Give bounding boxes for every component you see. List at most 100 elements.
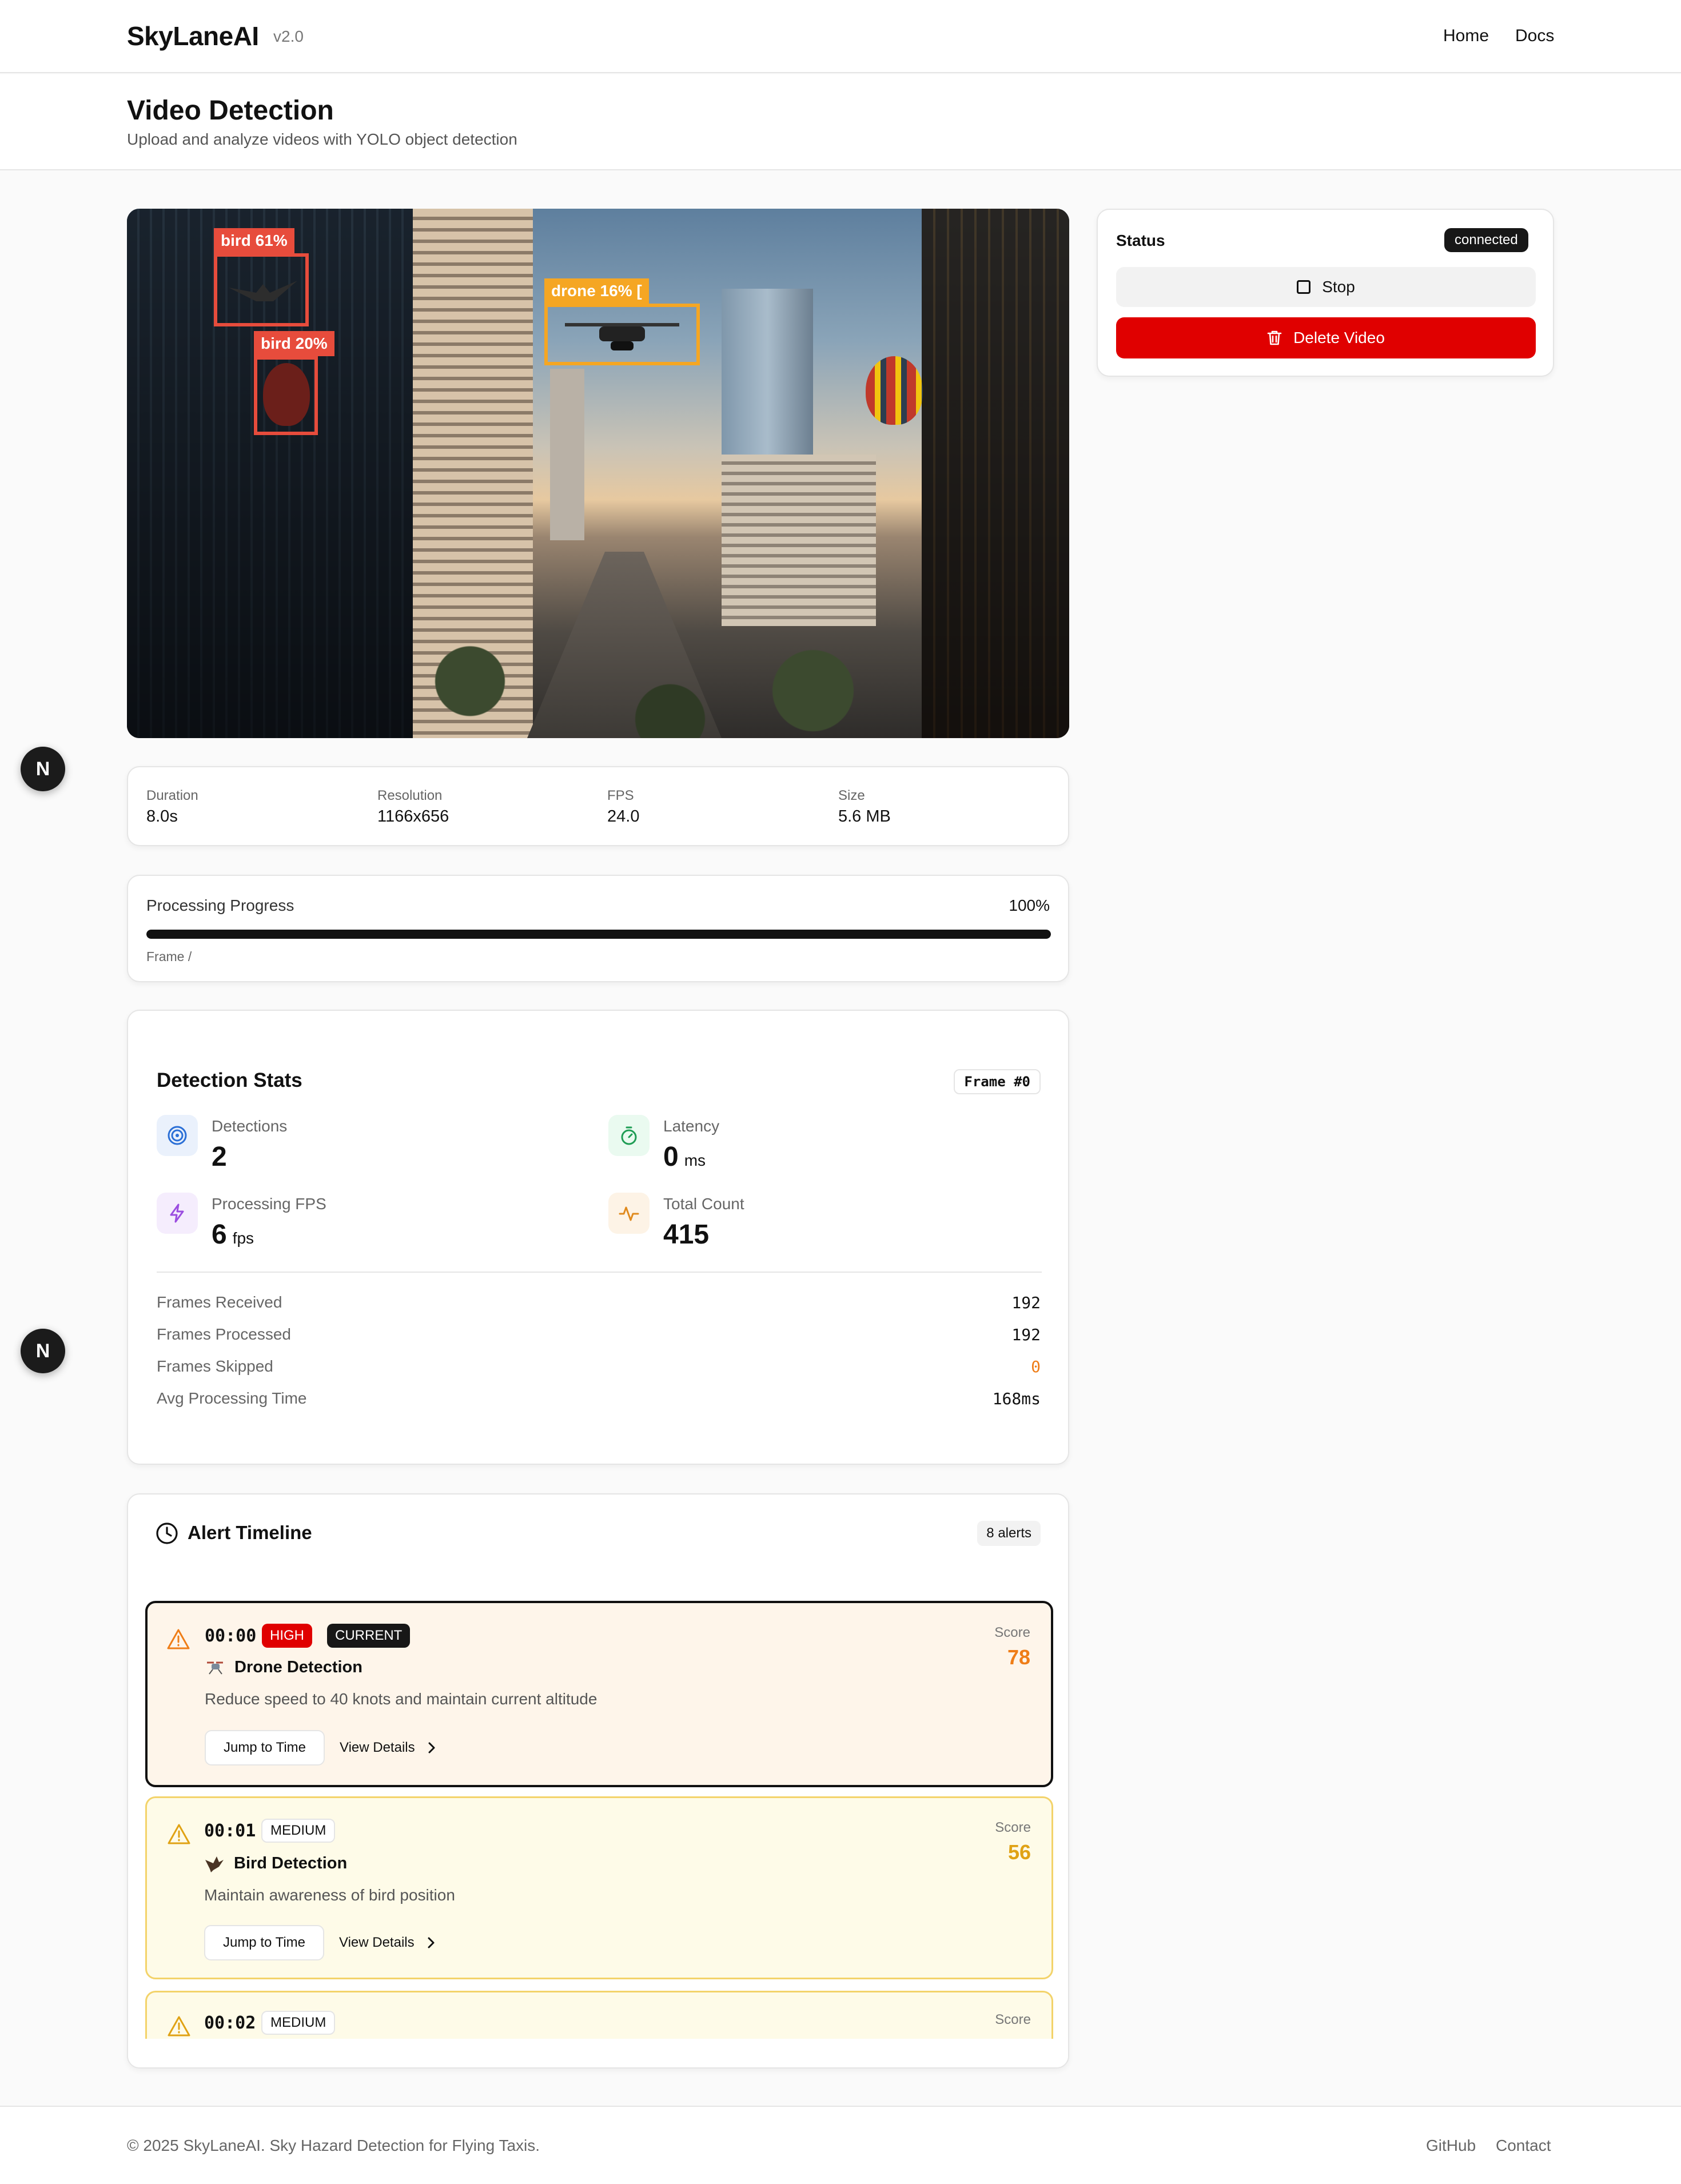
version-label: v2.0 xyxy=(273,27,304,45)
building-center-low xyxy=(722,455,876,626)
avg-processing-time-value: 168ms xyxy=(992,1389,1041,1408)
score-value: 78 xyxy=(1007,1645,1030,1669)
lightning-icon xyxy=(157,1193,198,1234)
fps-label: FPS xyxy=(607,788,634,803)
frames-received-label: Frames Received xyxy=(157,1293,282,1311)
footer-contact-link[interactable]: Contact xyxy=(1496,2137,1551,2155)
trash-icon xyxy=(1267,330,1282,345)
delete-video-button[interactable]: Delete Video xyxy=(1116,317,1536,358)
footer-copyright: © 2025 SkyLaneAI. Sky Hazard Detection f… xyxy=(127,2137,540,2154)
eagle-icon xyxy=(205,1856,224,1872)
trees xyxy=(356,643,927,738)
delete-label: Delete Video xyxy=(1293,329,1385,346)
progress-fill xyxy=(146,930,1051,939)
connection-badge: connected xyxy=(1444,228,1528,252)
latency-value: 0 ms xyxy=(663,1142,706,1172)
fps-value: 24.0 xyxy=(607,807,640,826)
detections-value: 2 xyxy=(212,1142,227,1172)
resolution-label: Resolution xyxy=(377,788,443,803)
clock-icon xyxy=(156,1523,178,1544)
detection-stats-card: Detection Stats Frame #0 Detections 2 La… xyxy=(127,1010,1069,1465)
resolution-value: 1166x656 xyxy=(377,807,449,826)
brand-logo[interactable]: SkyLaneAI xyxy=(127,21,259,51)
frames-skipped-value: 0 xyxy=(1031,1357,1041,1376)
alert-time: 00:00 xyxy=(205,1626,257,1646)
frames-skipped-label: Frames Skipped xyxy=(157,1357,273,1375)
view-details-button[interactable]: View Details xyxy=(339,1925,435,1960)
progress-label: Processing Progress xyxy=(146,896,294,914)
frames-processed-value: 192 xyxy=(1011,1325,1041,1344)
current-badge: CURRENT xyxy=(327,1624,411,1648)
detection-box-bird-2: bird 20% xyxy=(254,331,334,435)
detection-label: drone 16% [ xyxy=(544,278,649,304)
building-center-left xyxy=(550,369,584,540)
size-label: Size xyxy=(838,788,865,803)
next-dev-button[interactable]: N xyxy=(21,1329,65,1373)
timeline-fade xyxy=(128,2039,1068,2067)
nav-docs-link[interactable]: Docs xyxy=(1515,26,1554,46)
target-icon xyxy=(157,1115,198,1156)
latency-label: Latency xyxy=(663,1117,720,1135)
alert-description: Reduce speed to 40 knots and maintain cu… xyxy=(205,1690,597,1708)
jump-to-time-button[interactable]: Jump to Time xyxy=(204,1925,324,1960)
progress-percent: 100% xyxy=(1009,896,1050,914)
hot-air-balloon xyxy=(866,356,923,425)
alert-title: Drone Detection xyxy=(234,1658,363,1676)
progress-bar xyxy=(146,930,1051,939)
stats-divider xyxy=(157,1272,1042,1273)
severity-badge: HIGH xyxy=(262,1624,312,1648)
timeline-title: Alert Timeline xyxy=(188,1522,312,1543)
status-card: Status connected Stop Delete Video xyxy=(1097,209,1554,377)
stop-button[interactable]: Stop xyxy=(1116,267,1536,307)
processing-progress-card: Processing Progress 100% Frame / xyxy=(127,875,1069,982)
duration-value: 8.0s xyxy=(146,807,178,826)
duration-label: Duration xyxy=(146,788,198,803)
warning-icon xyxy=(168,2016,190,2036)
timer-icon xyxy=(608,1115,650,1156)
processing-fps-label: Processing FPS xyxy=(212,1195,326,1213)
footer-github-link[interactable]: GitHub xyxy=(1426,2137,1476,2155)
stats-title: Detection Stats xyxy=(157,1069,302,1091)
balloon-silhouette xyxy=(263,363,310,426)
warning-icon xyxy=(167,1629,190,1649)
score-label: Score xyxy=(995,2012,1031,2027)
page-header: Video Detection Upload and analyze video… xyxy=(0,74,1681,170)
total-count-value: 415 xyxy=(663,1219,710,1250)
activity-icon xyxy=(608,1193,650,1234)
next-dev-button[interactable]: N xyxy=(21,747,65,791)
view-details-button[interactable]: View Details xyxy=(340,1730,436,1765)
building-right xyxy=(922,209,1069,738)
frames-received-value: 192 xyxy=(1011,1293,1041,1312)
detection-label: bird 20% xyxy=(254,331,334,356)
score-label: Score xyxy=(995,1820,1031,1835)
frames-processed-label: Frames Processed xyxy=(157,1325,291,1343)
chevron-right-icon xyxy=(428,1742,435,1753)
stop-icon xyxy=(1297,280,1311,294)
processing-fps-value: 6 fps xyxy=(212,1219,254,1250)
avg-processing-time-label: Avg Processing Time xyxy=(157,1389,307,1407)
total-count-label: Total Count xyxy=(663,1195,744,1213)
drone-icon xyxy=(207,1661,223,1675)
top-navbar: SkyLaneAI v2.0 Home Docs xyxy=(0,0,1681,73)
detection-label: bird 61% xyxy=(214,228,294,253)
status-title: Status xyxy=(1116,232,1165,249)
page-subtitle: Upload and analyze videos with YOLO obje… xyxy=(127,130,517,148)
video-player[interactable]: bird 61% bird 20% drone 16% [ xyxy=(127,209,1069,738)
footer: © 2025 SkyLaneAI. Sky Hazard Detection f… xyxy=(0,2106,1681,2184)
frame-counter: Frame / xyxy=(146,949,192,964)
alerts-count-badge: 8 alerts xyxy=(977,1521,1041,1546)
page-title: Video Detection xyxy=(127,95,334,126)
chevron-right-icon xyxy=(428,1937,435,1948)
warning-icon xyxy=(168,1824,190,1844)
alert-item[interactable]: 00:01 MEDIUM Bird Detection Maintain awa… xyxy=(145,1796,1053,1979)
drone-silhouette xyxy=(565,320,679,352)
score-value: 56 xyxy=(1007,1840,1031,1864)
video-meta-card: Duration 8.0s Resolution 1166x656 FPS 24… xyxy=(127,766,1069,846)
alert-item[interactable]: 00:00 HIGH CURRENT Drone Detection Reduc… xyxy=(145,1601,1053,1787)
alert-time: 00:01 xyxy=(204,1821,256,1841)
nav-home-link[interactable]: Home xyxy=(1443,26,1489,46)
alert-timeline-card: Alert Timeline 8 alerts 00:00 HIGH CURRE… xyxy=(127,1493,1069,2069)
jump-to-time-button[interactable]: Jump to Time xyxy=(205,1730,325,1765)
detection-box-drone: drone 16% [ xyxy=(544,278,700,365)
detections-label: Detections xyxy=(212,1117,288,1135)
